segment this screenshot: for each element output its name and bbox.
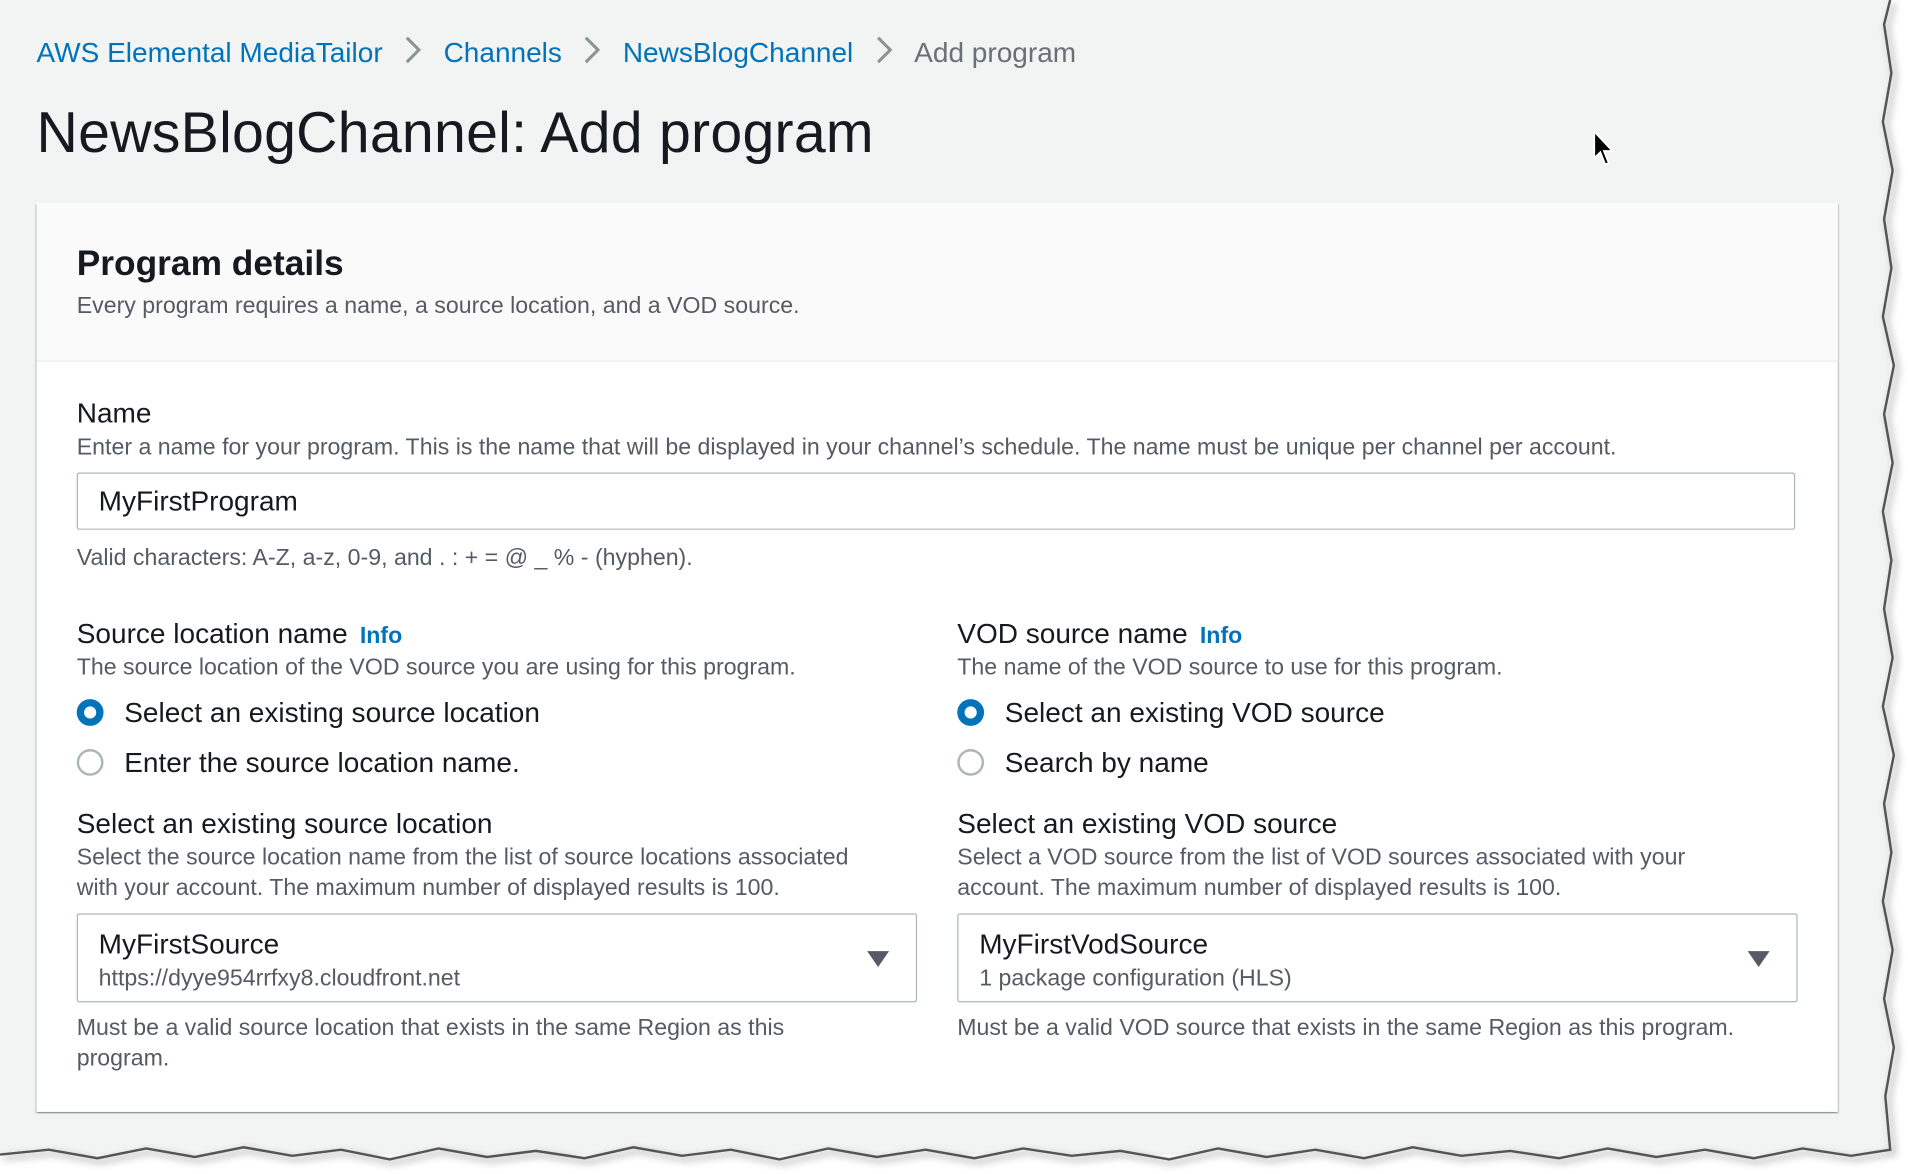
source-location-constraint-2: program. <box>76 1046 170 1072</box>
radio-label: Select an existing source location <box>124 696 540 729</box>
page-title: NewsBlogChannel: Add program <box>36 99 874 165</box>
source-location-constraint-1: Must be a valid source location that exi… <box>76 1015 785 1042</box>
name-constraint: Valid characters: A-Z, a-z, 0-9, and . :… <box>76 545 693 572</box>
screenshot-canvas: AWS Elemental MediaTailor Channels NewsB… <box>0 0 1908 1174</box>
name-label: Name <box>76 397 152 429</box>
select-detail: 1 package configuration (HLS) <box>979 965 1292 992</box>
card-header: Program details Every program requires a… <box>36 203 1838 362</box>
breadcrumb-mediatailor[interactable]: AWS Elemental MediaTailor <box>37 34 383 71</box>
chevron-right-icon <box>405 35 422 70</box>
source-location-description: The source location of the VOD source yo… <box>76 655 796 681</box>
select-value: MyFirstVodSource <box>979 928 1209 960</box>
radio-checked-icon[interactable] <box>76 699 104 726</box>
existing-source-location-description-1: Select the source location name from the… <box>76 845 849 871</box>
radio-existing-source-location[interactable]: Select an existing source location <box>76 694 540 731</box>
radio-label: Search by name <box>1004 746 1209 779</box>
source-location-label: Source location name Info <box>77 615 403 655</box>
program-details-card: Program details Every program requires a… <box>36 203 1838 1112</box>
radio-existing-vod-source[interactable]: Select an existing VOD source <box>957 694 1385 731</box>
existing-source-location-label: Select an existing source location <box>76 807 493 840</box>
source-location-select[interactable]: MyFirstSource https://dyye954rrfxy8.clou… <box>76 913 918 1003</box>
breadcrumb-channels[interactable]: Channels <box>444 34 562 71</box>
breadcrumb-current: Add program <box>914 36 1077 69</box>
program-name-input[interactable]: MyFirstProgram <box>76 472 1796 530</box>
breadcrumb: AWS Elemental MediaTailor Channels NewsB… <box>37 34 1077 71</box>
radio-label: Select an existing VOD source <box>1004 696 1385 729</box>
program-name-value: MyFirstProgram <box>98 484 298 517</box>
radio-search-by-name[interactable]: Search by name <box>957 744 1209 781</box>
radio-checked-icon[interactable] <box>957 699 985 726</box>
existing-vod-source-label: Select an existing VOD source <box>957 807 1338 840</box>
radio-label: Enter the source location name. <box>124 746 520 779</box>
vod-source-label: VOD source name Info <box>957 615 1242 655</box>
vod-source-description: The name of the VOD source to use for th… <box>957 655 1503 681</box>
radio-unchecked-icon[interactable] <box>76 749 104 776</box>
card-description: Every program requires a name, a source … <box>76 293 800 320</box>
name-description: Enter a name for your program. This is t… <box>76 434 1617 461</box>
breadcrumb-newsblogchannel[interactable]: NewsBlogChannel <box>623 34 853 71</box>
vod-source-info-link[interactable]: Info <box>1200 624 1242 650</box>
select-detail: https://dyye954rrfxy8.cloudfront.net <box>98 965 461 992</box>
console-page: AWS Elemental MediaTailor Channels NewsB… <box>0 0 1891 1155</box>
existing-vod-source-description-1: Select a VOD source from the list of VOD… <box>957 845 1686 871</box>
existing-vod-source-description-2: account. The maximum number of displayed… <box>957 875 1562 902</box>
card-title: Program details <box>76 244 344 284</box>
vod-source-constraint: Must be a valid VOD source that exists i… <box>957 1015 1735 1042</box>
mouse-cursor-icon <box>1593 130 1615 166</box>
source-location-info-link[interactable]: Info <box>360 624 402 650</box>
source-location-label-text: Source location name <box>76 617 348 650</box>
radio-enter-source-location[interactable]: Enter the source location name. <box>76 744 520 781</box>
caret-down-icon[interactable] <box>867 951 890 968</box>
chevron-right-icon <box>584 35 601 70</box>
existing-source-location-description-2: with your account. The maximum number of… <box>76 875 780 902</box>
radio-unchecked-icon[interactable] <box>957 749 985 776</box>
chevron-right-icon <box>875 35 892 70</box>
select-value: MyFirstSource <box>98 928 280 960</box>
caret-down-icon[interactable] <box>1747 951 1770 968</box>
vod-source-label-text: VOD source name <box>957 617 1188 650</box>
vod-source-select[interactable]: MyFirstVodSource 1 package configuration… <box>957 913 1798 1003</box>
